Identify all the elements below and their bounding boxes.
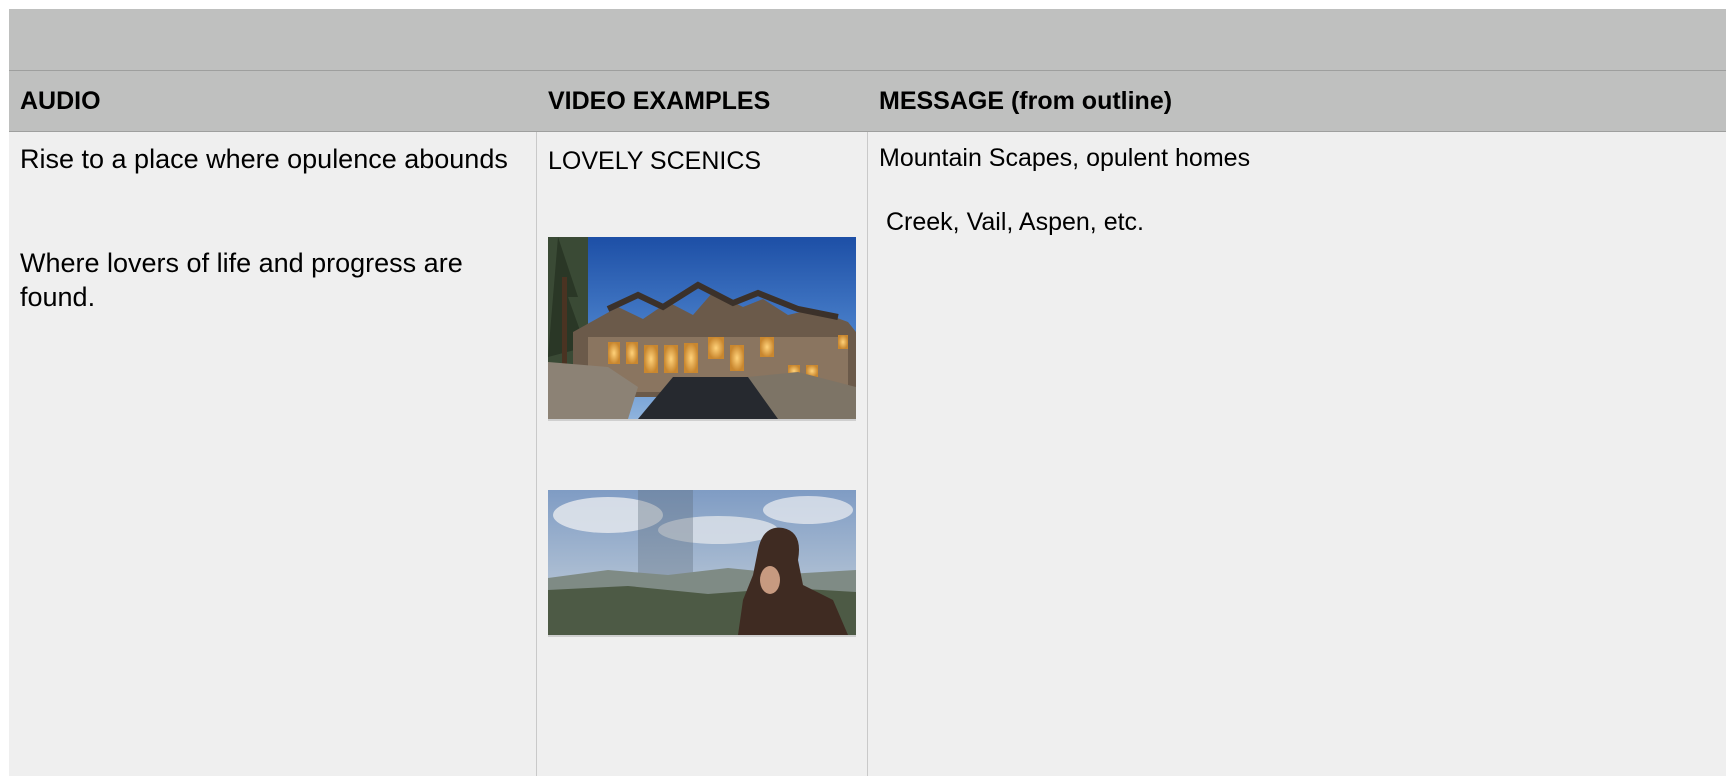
audio-column-header: AUDIO: [20, 87, 101, 115]
mountain-view-woman-photo: [548, 490, 856, 637]
video-label: LOVELY SCENICS: [548, 147, 762, 175]
message-line-2: Creek, Vail, Aspen, etc.: [886, 208, 1144, 236]
table-header-row: AUDIO VIDEO EXAMPLES MESSAGE (from outli…: [9, 71, 1726, 132]
column-divider: [536, 132, 537, 776]
audio-line-1: Rise to a place where opulence abounds: [20, 144, 508, 174]
column-divider: [867, 132, 868, 776]
audio-line-2: Where lovers of life and progress are fo…: [20, 248, 463, 312]
mountain-house-photo: [548, 237, 856, 421]
title-band: [9, 9, 1726, 71]
message-column-header: MESSAGE (from outline): [879, 87, 1173, 115]
message-line-1: Mountain Scapes, opulent homes: [879, 144, 1251, 172]
storyboard-table: AUDIO VIDEO EXAMPLES MESSAGE (from outli…: [9, 9, 1726, 776]
video-column-header: VIDEO EXAMPLES: [548, 87, 771, 115]
